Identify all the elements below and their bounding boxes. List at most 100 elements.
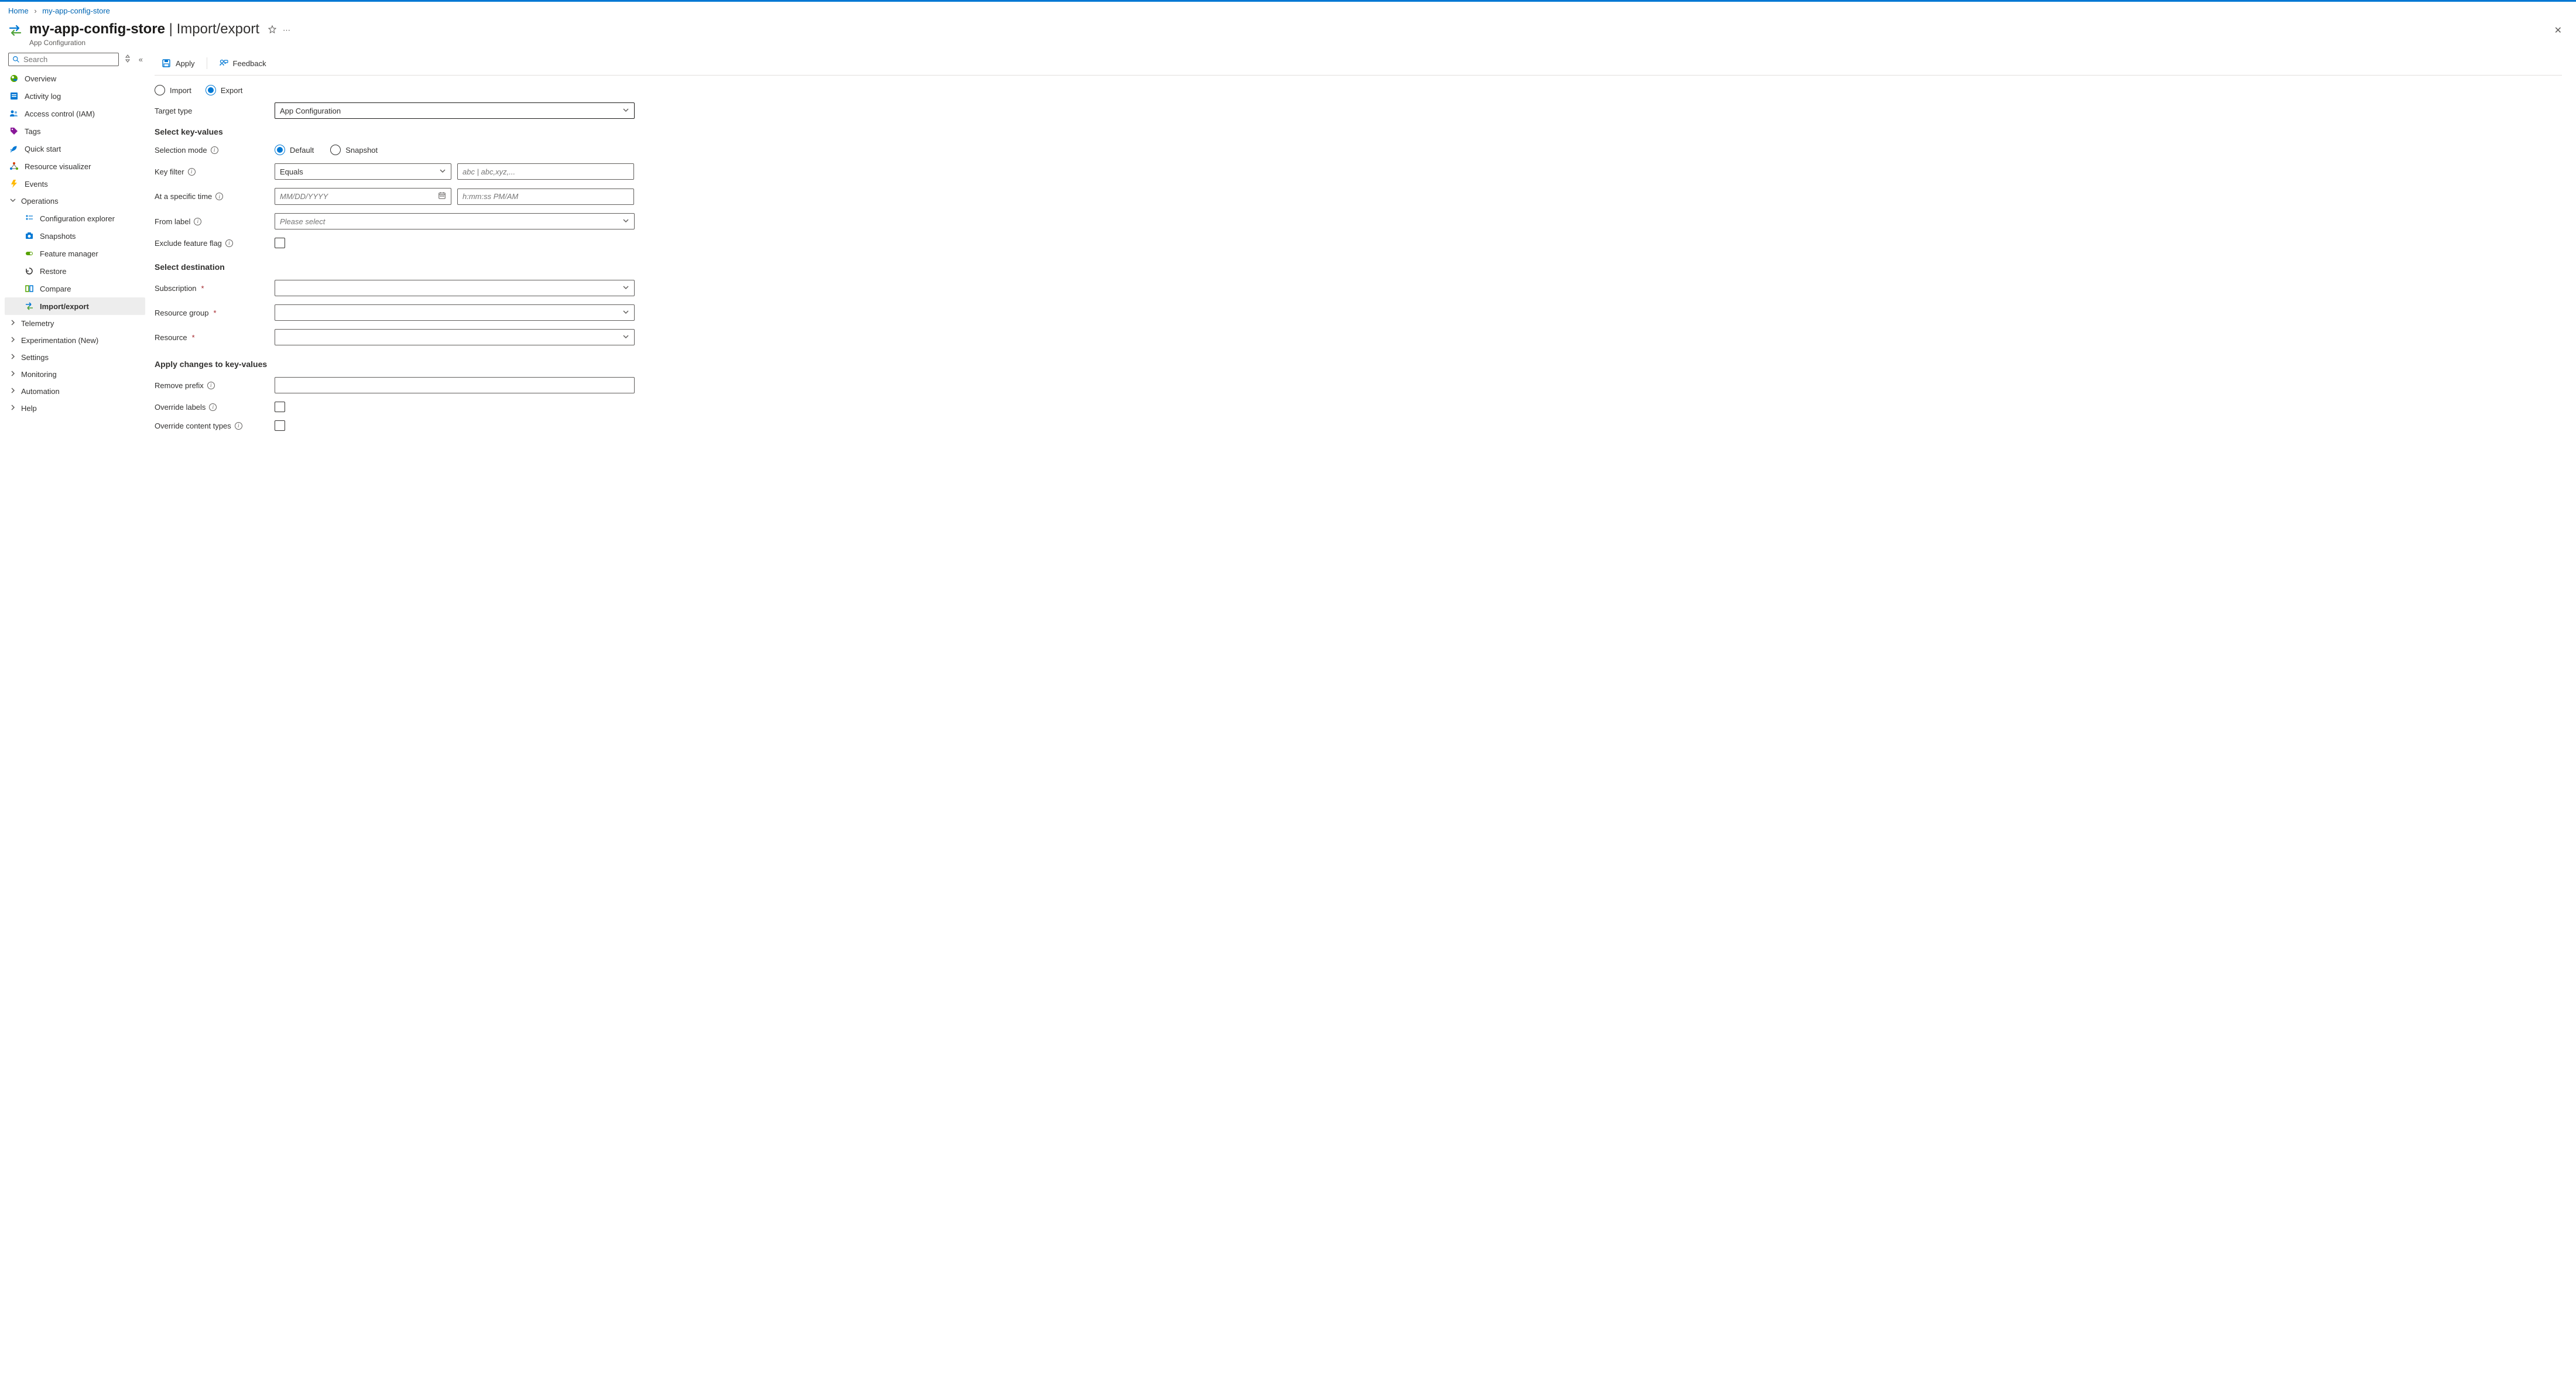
snapshot-radio[interactable]: Snapshot xyxy=(330,145,378,155)
info-icon[interactable]: i xyxy=(207,382,215,389)
apply-button[interactable]: Apply xyxy=(155,56,202,70)
nav-resource-visualizer[interactable]: Resource visualizer xyxy=(5,157,145,175)
nav-label: Activity log xyxy=(25,92,61,101)
exclude-feature-flag-label: Exclude feature flag i xyxy=(155,239,275,248)
tags-icon xyxy=(9,126,19,136)
collapse-sidebar-button[interactable]: « xyxy=(136,54,145,65)
nav-label: Compare xyxy=(40,285,71,293)
nav-label: Tags xyxy=(25,127,40,136)
iam-icon xyxy=(9,109,19,118)
radio-label: Snapshot xyxy=(345,146,378,155)
nav-label: Monitoring xyxy=(21,370,57,379)
nav-label: Resource visualizer xyxy=(25,162,91,171)
export-radio[interactable]: Export xyxy=(205,85,243,95)
more-button[interactable]: ⋯ xyxy=(283,26,290,35)
nav-overview[interactable]: Overview xyxy=(5,70,145,87)
remove-prefix-input[interactable] xyxy=(275,377,635,393)
chevron-right-icon xyxy=(9,319,18,328)
nav-label: Feature manager xyxy=(40,249,98,258)
info-icon[interactable]: i xyxy=(211,146,218,154)
nav-snapshots[interactable]: Snapshots xyxy=(5,227,145,245)
close-button[interactable]: ✕ xyxy=(2548,21,2568,40)
nav-label: Telemetry xyxy=(21,319,54,328)
breadcrumb-store[interactable]: my-app-config-store xyxy=(42,6,110,15)
select-value: App Configuration xyxy=(280,107,341,115)
target-type-select[interactable]: App Configuration xyxy=(275,102,635,119)
info-icon[interactable]: i xyxy=(209,403,217,411)
apply-label: Apply xyxy=(176,59,195,68)
info-icon[interactable]: i xyxy=(225,239,233,247)
sidebar: « Overview Activity log Access control (… xyxy=(0,53,150,454)
nav-restore[interactable]: Restore xyxy=(5,262,145,280)
nav-label: Automation xyxy=(21,387,60,396)
import-export-icon xyxy=(8,23,22,37)
section-select-destination: Select destination xyxy=(155,262,2562,272)
main-content: Apply Feedback Import Export Target type xyxy=(150,53,2576,454)
override-content-types-checkbox[interactable] xyxy=(275,420,285,431)
nav-label: Restore xyxy=(40,267,67,276)
date-input[interactable]: MM/DD/YYYY xyxy=(275,188,451,205)
nav-operations[interactable]: Operations xyxy=(5,193,145,210)
info-icon[interactable]: i xyxy=(188,168,196,176)
target-type-label: Target type xyxy=(155,107,275,115)
subscription-select[interactable] xyxy=(275,280,635,296)
radio-label: Export xyxy=(221,86,243,95)
time-input[interactable]: h:mm:ss PM/AM xyxy=(457,189,634,205)
nav-experimentation[interactable]: Experimentation (New) xyxy=(5,332,145,349)
key-filter-label: Key filter i xyxy=(155,167,275,176)
nav-activity-log[interactable]: Activity log xyxy=(5,87,145,105)
chevron-right-icon xyxy=(9,336,18,345)
nav-automation[interactable]: Automation xyxy=(5,383,145,400)
key-filter-operator-select[interactable]: Equals xyxy=(275,163,451,180)
nav-label: Help xyxy=(21,404,37,413)
info-icon[interactable]: i xyxy=(215,193,223,200)
nav-tags[interactable]: Tags xyxy=(5,122,145,140)
toolbar: Apply Feedback xyxy=(155,53,2562,76)
sidebar-search[interactable] xyxy=(8,53,119,66)
info-icon[interactable]: i xyxy=(194,218,201,225)
chevron-down-icon xyxy=(622,309,629,317)
feedback-label: Feedback xyxy=(233,59,266,68)
sort-button[interactable] xyxy=(122,53,133,66)
chevron-right-icon xyxy=(9,353,18,362)
resource-select[interactable] xyxy=(275,329,635,345)
placeholder-text: h:mm:ss PM/AM xyxy=(463,192,518,201)
breadcrumb-sep: › xyxy=(34,6,36,15)
override-labels-label: Override labels i xyxy=(155,403,275,412)
activity-log-icon xyxy=(9,91,19,101)
exclude-feature-flag-checkbox[interactable] xyxy=(275,238,285,248)
nav-configuration-explorer[interactable]: Configuration explorer xyxy=(5,210,145,227)
from-label-select[interactable]: Please select xyxy=(275,213,635,229)
nav-events[interactable]: Events xyxy=(5,175,145,193)
nav-label: Experimentation (New) xyxy=(21,336,98,345)
nav-settings[interactable]: Settings xyxy=(5,349,145,366)
calendar-icon[interactable] xyxy=(438,191,446,201)
nav-feature-manager[interactable]: Feature manager xyxy=(5,245,145,262)
sidebar-search-input[interactable] xyxy=(23,55,115,64)
feedback-button[interactable]: Feedback xyxy=(212,56,273,70)
nav-monitoring[interactable]: Monitoring xyxy=(5,366,145,383)
placeholder-text: Please select xyxy=(280,217,325,226)
nav-access-control[interactable]: Access control (IAM) xyxy=(5,105,145,122)
nav-telemetry[interactable]: Telemetry xyxy=(5,315,145,332)
default-radio[interactable]: Default xyxy=(275,145,314,155)
nav-import-export[interactable]: Import/export xyxy=(5,297,145,315)
resource-group-select[interactable] xyxy=(275,304,635,321)
page-header: my-app-config-store | Import/export App … xyxy=(0,19,2576,53)
nav-label: Quick start xyxy=(25,145,61,153)
info-icon[interactable]: i xyxy=(235,422,242,430)
nav-quick-start[interactable]: Quick start xyxy=(5,140,145,157)
subscription-label: Subscription* xyxy=(155,284,275,293)
nav-help[interactable]: Help xyxy=(5,400,145,417)
section-apply-changes: Apply changes to key-values xyxy=(155,359,2562,369)
key-filter-value-input[interactable]: abc | abc,xyz,... xyxy=(457,163,634,180)
chevron-down-icon xyxy=(622,333,629,342)
breadcrumb-home[interactable]: Home xyxy=(8,6,29,15)
nav-compare[interactable]: Compare xyxy=(5,280,145,297)
import-export-icon xyxy=(25,301,34,311)
chevron-down-icon xyxy=(622,107,629,115)
favorite-button[interactable] xyxy=(268,25,277,36)
restore-icon xyxy=(25,266,34,276)
override-labels-checkbox[interactable] xyxy=(275,402,285,412)
import-radio[interactable]: Import xyxy=(155,85,191,95)
